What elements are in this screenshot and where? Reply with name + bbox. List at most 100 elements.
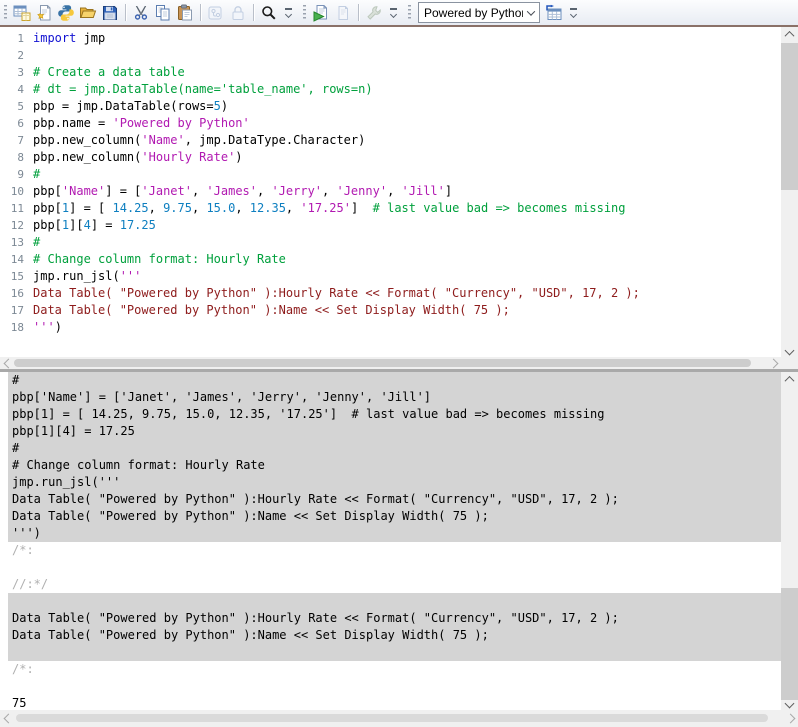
- log-hscroll-thumb[interactable]: [16, 714, 768, 722]
- code-line[interactable]: 17Data Table( "Powered by Python" ):Name…: [0, 302, 781, 319]
- line-number: 1: [0, 30, 24, 47]
- code-line[interactable]: 9#: [0, 166, 781, 183]
- log-input-block[interactable]: Data Table( "Powered by Python" ):Hourly…: [8, 593, 781, 661]
- code-line[interactable]: 14# Change column format: Hourly Rate: [0, 251, 781, 268]
- paste-button[interactable]: [174, 2, 196, 24]
- code-line[interactable]: 1import jmp: [0, 30, 781, 47]
- python-button[interactable]: [55, 2, 77, 24]
- code-line[interactable]: 5pbp = jmp.DataTable(rows=5): [0, 98, 781, 115]
- code-line[interactable]: 16Data Table( "Powered by Python" ):Hour…: [0, 285, 781, 302]
- toolbar-separator: [125, 4, 126, 21]
- cut-button[interactable]: [130, 2, 152, 24]
- code-token: #: [33, 235, 40, 249]
- scroll-right-arrow-icon[interactable]: [782, 710, 798, 727]
- save-button[interactable]: [99, 2, 121, 24]
- scroll-down-arrow-icon[interactable]: [781, 343, 798, 357]
- code-line[interactable]: 13#: [0, 234, 781, 251]
- code-line[interactable]: 3# Create a data table: [0, 64, 781, 81]
- log-line: [8, 678, 781, 695]
- code-text: # Change column format: Hourly Rate: [24, 251, 286, 268]
- code-line[interactable]: 4# dt = jmp.DataTable(name='table_name',…: [0, 81, 781, 98]
- chevron-down-icon[interactable]: [523, 10, 539, 16]
- open-folder-icon: [79, 4, 97, 22]
- code-text: pbp['Name'] = ['Janet', 'James', 'Jerry'…: [24, 183, 452, 200]
- code-text: pbp = jmp.DataTable(rows=5): [24, 98, 228, 115]
- code-token: ,: [235, 201, 249, 215]
- copy-button[interactable]: [152, 2, 174, 24]
- toolbar-grip-handle[interactable]: [408, 5, 411, 21]
- log-pane[interactable]: #pbp['Name'] = ['Janet', 'James', 'Jerry…: [0, 372, 781, 710]
- scroll-up-arrow-icon[interactable]: [781, 27, 798, 41]
- open-folder-button[interactable]: [77, 2, 99, 24]
- new-script-button[interactable]: [33, 2, 55, 24]
- code-line[interactable]: 7pbp.new_column('Name', jmp.DataType.Cha…: [0, 132, 781, 149]
- log-line: # Change column format: Hourly Rate: [8, 457, 781, 474]
- toolbar-grip-handle[interactable]: [303, 5, 306, 21]
- code-token: pbp[: [33, 201, 62, 215]
- code-token: ): [221, 99, 228, 113]
- log-line: [8, 593, 781, 610]
- editor-vscrollbar[interactable]: [781, 27, 798, 357]
- editor-hscrollbar[interactable]: [0, 357, 781, 369]
- code-line[interactable]: 11pbp[1] = [ 14.25, 9.75, 15.0, 12.35, '…: [0, 200, 781, 217]
- code-line[interactable]: 8pbp.new_column('Hourly Rate'): [0, 149, 781, 166]
- log-line: /*:: [8, 661, 781, 678]
- paste-icon: [176, 4, 194, 22]
- toolbar-overflow-button[interactable]: [282, 3, 294, 23]
- scroll-down-arrow-icon[interactable]: [781, 696, 798, 710]
- code-line[interactable]: 12pbp[1][4] = 17.25: [0, 217, 781, 234]
- code-line[interactable]: 6pbp.name = 'Powered by Python': [0, 115, 781, 132]
- log-output-block[interactable]: /*:75: [8, 661, 781, 710]
- new-data-table-button[interactable]: [11, 2, 33, 24]
- code-text: #: [24, 166, 40, 183]
- toolbar-grip-handle[interactable]: [4, 5, 7, 21]
- code-token: ''': [120, 269, 142, 283]
- code-token: 'Jenny': [336, 184, 387, 198]
- editor-hscroll-thumb[interactable]: [14, 359, 751, 367]
- run-script-button[interactable]: [310, 2, 332, 24]
- log-line: //:*/: [8, 576, 781, 593]
- script-editor-pane[interactable]: 1import jmp23# Create a data table4# dt …: [0, 27, 781, 357]
- goto-data-table-button[interactable]: [543, 2, 565, 24]
- scroll-right-arrow-icon[interactable]: [765, 357, 781, 369]
- code-text: pbp.new_column('Name', jmp.DataType.Char…: [24, 132, 365, 149]
- code-text: # dt = jmp.DataTable(name='table_name', …: [24, 81, 373, 98]
- toolbar-separator: [200, 4, 201, 21]
- script-language-combobox[interactable]: Powered by Python: [418, 2, 540, 23]
- code-line[interactable]: 2: [0, 47, 781, 64]
- log-line: Data Table( "Powered by Python" ):Hourly…: [8, 610, 781, 627]
- toolbar-overflow-button[interactable]: [387, 3, 399, 23]
- code-token: 14.25: [113, 201, 149, 215]
- code-text: pbp[1][4] = 17.25: [24, 217, 156, 234]
- log-hscrollbar[interactable]: [0, 710, 798, 727]
- code-token: # dt = jmp.DataTable(name='table_name', …: [33, 82, 373, 96]
- code-line[interactable]: 18'''): [0, 319, 781, 336]
- line-number: 2: [0, 47, 24, 64]
- scroll-left-arrow-icon[interactable]: [0, 710, 16, 727]
- toolbar-overflow-button[interactable]: [567, 3, 579, 23]
- code-token: 17.25: [120, 218, 156, 232]
- code-token: 'Name': [62, 184, 105, 198]
- wrench-icon: [365, 4, 383, 22]
- code-token: ,: [192, 201, 206, 215]
- code-token: ] = [: [105, 184, 141, 198]
- code-line[interactable]: 15jmp.run_jsl(''': [0, 268, 781, 285]
- code-token: 'Name': [141, 133, 184, 147]
- code-text: Data Table( "Powered by Python" ):Hourly…: [24, 285, 640, 302]
- log-line: #: [8, 440, 781, 457]
- code-line[interactable]: 10pbp['Name'] = ['Janet', 'James', 'Jerr…: [0, 183, 781, 200]
- code-text: pbp.new_column('Hourly Rate'): [24, 149, 243, 166]
- log-output-block[interactable]: /*://:*/: [8, 542, 781, 593]
- scroll-up-arrow-icon[interactable]: [781, 372, 798, 386]
- code-token: # last value bad => becomes missing: [373, 201, 626, 215]
- wrench-button: [363, 2, 385, 24]
- scrollbar-corner: [781, 357, 798, 369]
- search-button[interactable]: [258, 2, 280, 24]
- log-vscrollbar[interactable]: [781, 372, 798, 710]
- lock-button: [227, 2, 249, 24]
- editor-vscroll-thumb[interactable]: [781, 43, 798, 190]
- line-number: 10: [0, 183, 24, 200]
- log-input-block[interactable]: #pbp['Name'] = ['Janet', 'James', 'Jerry…: [8, 372, 781, 542]
- log-vscroll-thumb[interactable]: [781, 588, 798, 700]
- code-token: ]: [445, 184, 452, 198]
